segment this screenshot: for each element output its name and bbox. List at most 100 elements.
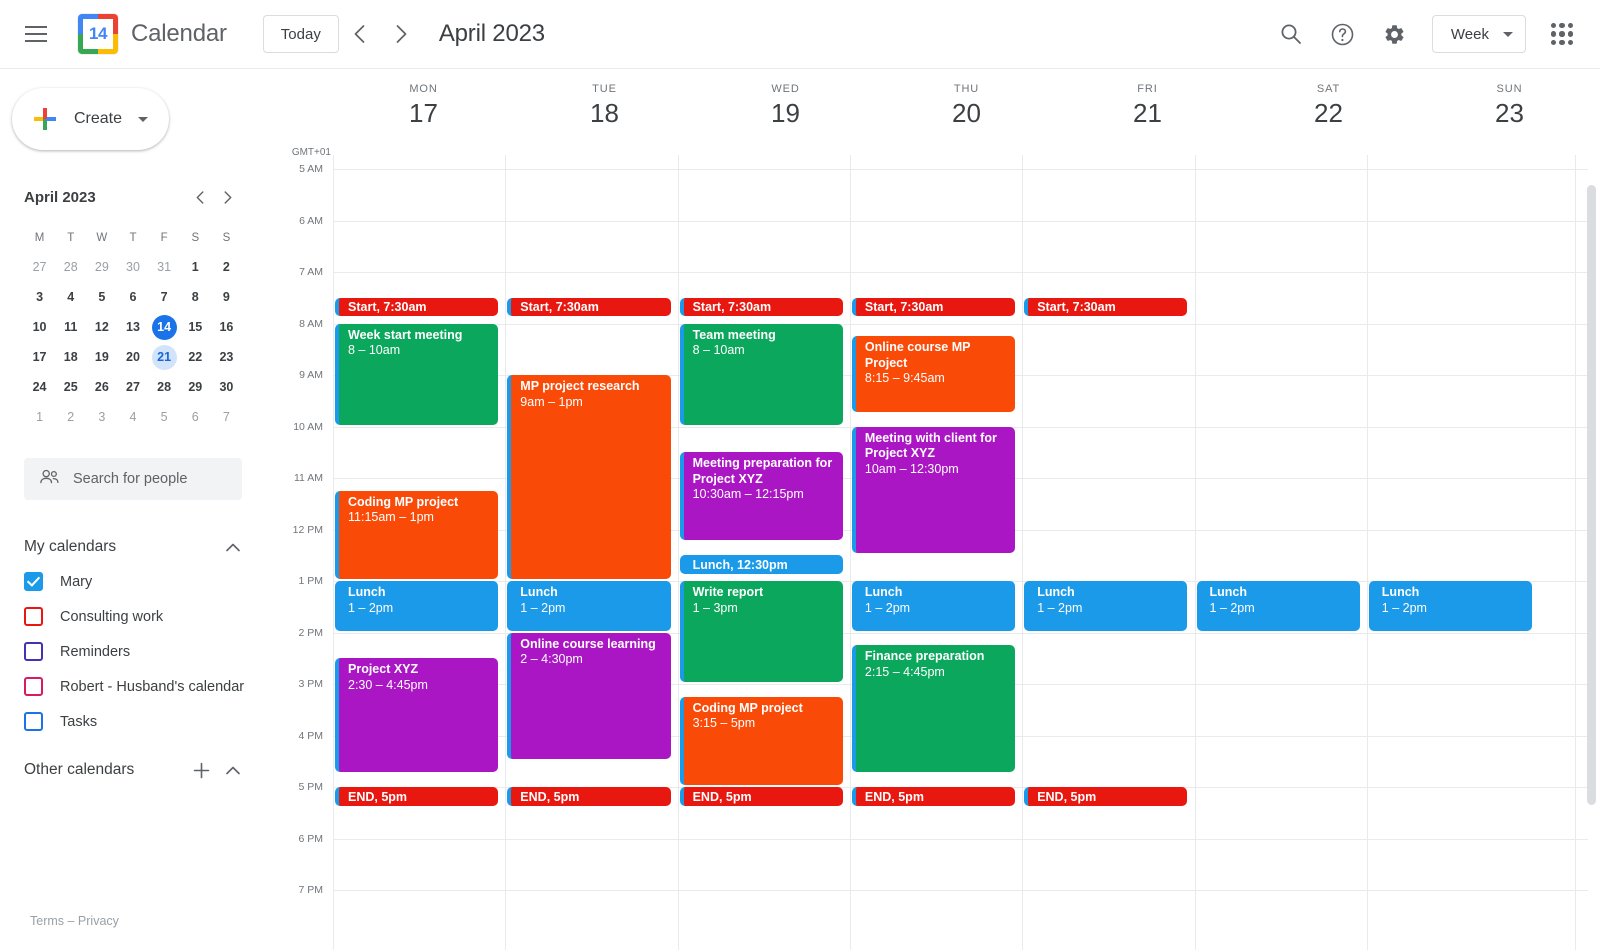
calendar-event[interactable]: Lunch 1 – 2pm: [507, 581, 671, 631]
mini-calendar-prev-button[interactable]: [186, 183, 214, 211]
calendar-list-item[interactable]: Robert - Husband's calendar: [24, 669, 246, 704]
mini-calendar-day[interactable]: 11: [55, 312, 86, 342]
calendar-event[interactable]: Team meeting 8 – 10am: [679, 323, 843, 425]
calendar-checkbox[interactable]: [24, 677, 43, 696]
view-selector[interactable]: Week: [1431, 15, 1526, 53]
calendar-list-item[interactable]: Mary: [24, 564, 246, 599]
day-header[interactable]: THU 20: [876, 69, 1057, 149]
calendar-event[interactable]: Finance preparation 2:15 – 4:45pm: [851, 645, 1016, 773]
previous-period-button[interactable]: [339, 13, 381, 55]
day-header[interactable]: FRI 21: [1057, 69, 1238, 149]
terms-privacy-links[interactable]: Terms – Privacy: [30, 914, 119, 928]
other-calendars-header[interactable]: Other calendars: [24, 753, 246, 787]
gear-icon[interactable]: [1372, 11, 1418, 57]
mini-calendar-day[interactable]: 14: [149, 312, 180, 342]
day-header[interactable]: MON 17: [333, 69, 514, 149]
mini-calendar-day[interactable]: 2: [55, 402, 86, 432]
add-other-calendar-icon[interactable]: [188, 757, 214, 783]
calendar-event[interactable]: Start, 7:30am: [851, 297, 1016, 317]
search-icon[interactable]: [1268, 11, 1314, 57]
mini-calendar-day[interactable]: 18: [55, 342, 86, 372]
app-logo[interactable]: 14 Calendar: [78, 14, 227, 54]
mini-calendar-day[interactable]: 6: [180, 402, 211, 432]
mini-calendar-day[interactable]: 29: [180, 372, 211, 402]
mini-calendar-day[interactable]: 4: [55, 282, 86, 312]
hamburger-icon[interactable]: [12, 10, 60, 58]
mini-calendar-day[interactable]: 23: [211, 342, 242, 372]
calendar-event[interactable]: Lunch 1 – 2pm: [1196, 581, 1360, 631]
calendar-event[interactable]: Project XYZ 2:30 – 4:45pm: [335, 658, 499, 773]
mini-calendar-day[interactable]: 13: [117, 312, 148, 342]
help-icon[interactable]: [1320, 11, 1366, 57]
chevron-up-icon[interactable]: [220, 757, 246, 783]
next-period-button[interactable]: [381, 13, 423, 55]
calendar-event[interactable]: Lunch, 12:30pm: [679, 555, 843, 574]
calendar-event[interactable]: Online course MP Project 8:15 – 9:45am: [851, 336, 1016, 412]
mini-calendar-day[interactable]: 24: [24, 372, 55, 402]
mini-calendar-day[interactable]: 8: [180, 282, 211, 312]
mini-calendar-day[interactable]: 20: [117, 342, 148, 372]
mini-calendar-day[interactable]: 16: [211, 312, 242, 342]
day-header[interactable]: WED 19: [695, 69, 876, 149]
mini-calendar-day[interactable]: 7: [211, 402, 242, 432]
calendar-event[interactable]: END, 5pm: [507, 787, 671, 806]
calendar-event[interactable]: END, 5pm: [335, 787, 499, 806]
calendar-checkbox[interactable]: [24, 607, 43, 626]
mini-calendar-day[interactable]: 1: [24, 402, 55, 432]
mini-calendar-day[interactable]: 17: [24, 342, 55, 372]
mini-calendar-day[interactable]: 28: [149, 372, 180, 402]
apps-grid-icon[interactable]: [1540, 12, 1584, 56]
mini-calendar-day[interactable]: 2: [211, 252, 242, 282]
calendar-checkbox[interactable]: [24, 642, 43, 661]
mini-calendar-day[interactable]: 4: [117, 402, 148, 432]
mini-calendar-day[interactable]: 3: [86, 402, 117, 432]
create-button[interactable]: Create: [12, 88, 169, 150]
mini-calendar-day[interactable]: 31: [149, 252, 180, 282]
day-column[interactable]: [677, 155, 850, 950]
mini-calendar-day[interactable]: 29: [86, 252, 117, 282]
calendar-event[interactable]: MP project research 9am – 1pm: [507, 375, 671, 579]
mini-calendar-day[interactable]: 30: [211, 372, 242, 402]
calendar-list-item[interactable]: Tasks: [24, 704, 246, 739]
my-calendars-header[interactable]: My calendars: [24, 530, 246, 564]
search-people-input[interactable]: Search for people: [24, 458, 242, 500]
calendar-checkbox[interactable]: [24, 572, 43, 591]
mini-calendar-day[interactable]: 3: [24, 282, 55, 312]
day-column[interactable]: [1194, 155, 1367, 950]
mini-calendar-next-button[interactable]: [214, 183, 242, 211]
calendar-list-item[interactable]: Reminders: [24, 634, 246, 669]
calendar-event[interactable]: Meeting with client for Project XYZ 10am …: [851, 426, 1016, 554]
calendar-event[interactable]: Meeting preparation for Project XYZ 10:30…: [679, 452, 843, 541]
calendar-event[interactable]: Write report 1 – 3pm: [679, 581, 843, 682]
mini-calendar-day[interactable]: 12: [86, 312, 117, 342]
today-button[interactable]: Today: [262, 15, 339, 53]
vertical-scrollbar[interactable]: [1587, 185, 1596, 805]
calendar-event[interactable]: Coding MP project 11:15am – 1pm: [335, 490, 499, 579]
mini-calendar-day[interactable]: 27: [24, 252, 55, 282]
calendar-event[interactable]: Lunch 1 – 2pm: [335, 581, 499, 631]
mini-calendar-day[interactable]: 22: [180, 342, 211, 372]
mini-calendar-day[interactable]: 30: [117, 252, 148, 282]
mini-calendar-day[interactable]: 5: [149, 402, 180, 432]
calendar-event[interactable]: Start, 7:30am: [335, 297, 499, 317]
mini-calendar-day[interactable]: 1: [180, 252, 211, 282]
calendar-event[interactable]: Start, 7:30am: [507, 297, 671, 317]
day-header[interactable]: TUE 18: [514, 69, 695, 149]
calendar-event[interactable]: END, 5pm: [679, 787, 843, 806]
mini-calendar-day[interactable]: 19: [86, 342, 117, 372]
calendar-event[interactable]: Coding MP project 3:15 – 5pm: [679, 696, 843, 785]
calendar-grid-scroll[interactable]: 5 AM 6 AM 7 AM 8 AM 9 AM 10 AM 11 AM 12 PM 1 PM 2…: [265, 155, 1600, 950]
calendar-event[interactable]: Lunch 1 – 2pm: [1024, 581, 1188, 631]
mini-calendar-day[interactable]: 21: [149, 342, 180, 372]
mini-calendar-day[interactable]: 25: [55, 372, 86, 402]
chevron-up-icon[interactable]: [220, 534, 246, 560]
mini-calendar-day[interactable]: 10: [24, 312, 55, 342]
day-column[interactable]: [1022, 155, 1194, 950]
calendar-event[interactable]: END, 5pm: [851, 787, 1016, 806]
day-column[interactable]: [1366, 155, 1539, 950]
calendar-event[interactable]: Online course learning 2 – 4:30pm: [507, 632, 671, 760]
mini-calendar-day[interactable]: 28: [55, 252, 86, 282]
calendar-list-item[interactable]: Consulting work: [24, 599, 246, 634]
mini-calendar-day[interactable]: 26: [86, 372, 117, 402]
mini-calendar-day[interactable]: 7: [149, 282, 180, 312]
